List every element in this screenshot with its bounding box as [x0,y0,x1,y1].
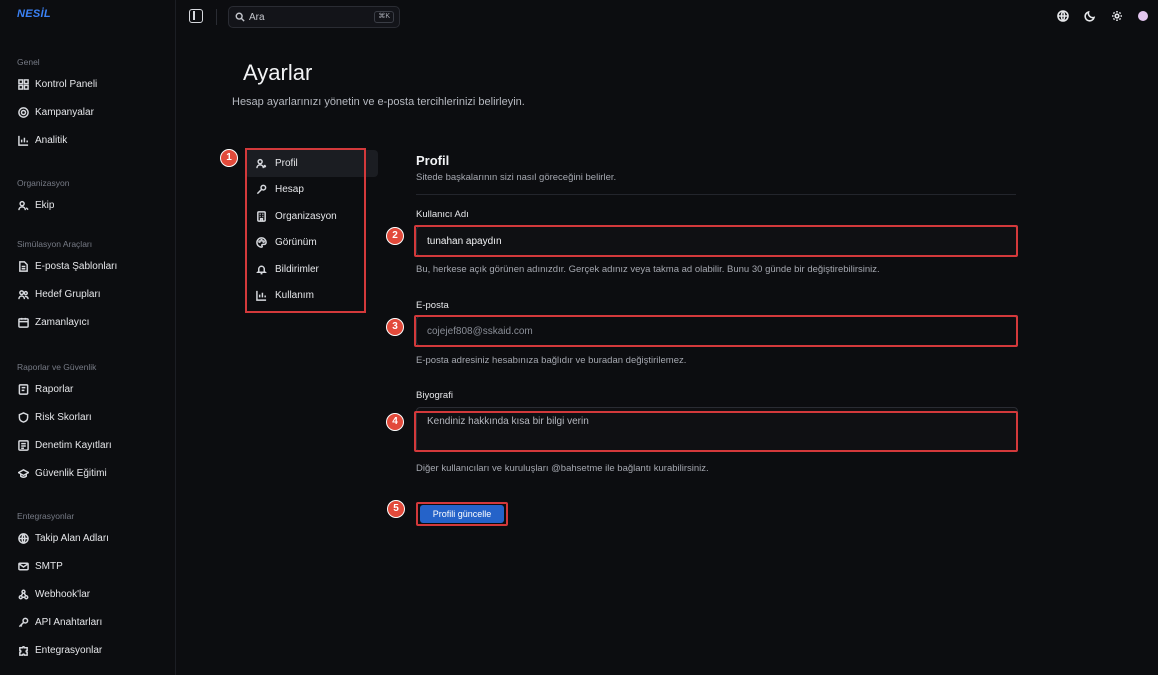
divider [216,9,217,25]
bio-hint: Diğer kullanıcıları ve kuruluşları @bahs… [416,463,709,474]
sidebar-item-webhooklar[interactable]: Webhook'lar [0,580,176,608]
sidebar-item-label: Hedef Grupları [35,288,101,300]
settings-gear-icon[interactable] [1111,10,1123,22]
group-title: Raporlar ve Güvenlik [17,362,97,372]
audit-icon [17,439,29,451]
email-field [416,316,1018,346]
sidebar-item-label: Webhook'lar [35,588,91,600]
username-label: Kullanıcı Adı [416,209,469,220]
sidebar-item-label: E-posta Şablonları [35,260,118,272]
section-title: Profil [416,153,450,168]
sidebar-item-label: API Anahtarları [35,616,103,628]
sidebar-item-label: Takip Alan Adları [35,532,109,544]
sidebar-item-label: Analitik [35,134,68,146]
search-placeholder: Ara [249,11,265,23]
nav-group-genel: Genel Kontrol Paneli Kampanyalar Analiti… [0,54,176,154]
puzzle-icon [17,644,29,656]
sidebar-item-label: Kampanyalar [35,106,94,118]
username-hint: Bu, herkese açık görünen adınızdır. Gerç… [416,264,880,275]
globe-icon [17,532,29,544]
mail-icon [17,560,29,572]
sidebar-item-label: SMTP [35,560,63,572]
bio-textarea[interactable] [416,407,1018,452]
annotation-badge-1: 1 [220,149,238,167]
annotation-badge-5: 5 [387,500,405,518]
search-icon [235,12,245,22]
group-title: Organizasyon [17,178,70,188]
sidebar-item-label: Zamanlayıcı [35,316,90,328]
page-title: Ayarlar [243,60,313,85]
sidebar-item-api-anahtarlari[interactable]: API Anahtarları [0,608,176,636]
sidebar: NESİL Genel Kontrol Paneli Kampanyalar A… [0,0,176,675]
report-icon [17,383,29,395]
bio-label: Biyografi [416,390,453,401]
email-label: E-posta [416,300,449,311]
nav-group-raporlar: Raporlar ve Güvenlik Raporlar Risk Skorl… [0,359,176,487]
sidebar-item-guvenlik-egitimi[interactable]: Güvenlik Eğitimi [0,459,176,487]
sidebar-item-kontrol-paneli[interactable]: Kontrol Paneli [0,70,176,98]
shield-icon [17,411,29,423]
search-input[interactable]: Ara ⌘K [228,6,400,28]
annotation-badge-2: 2 [386,227,404,245]
sidebar-item-label: Güvenlik Eğitimi [35,467,107,479]
sidebar-item-label: Kontrol Paneli [35,78,98,90]
users-icon [17,199,29,211]
sidebar-item-kampanyalar[interactable]: Kampanyalar [0,98,176,126]
graduation-icon [17,467,29,479]
sidebar-toggle-icon[interactable] [189,9,203,23]
bar-chart-icon [17,134,29,146]
sidebar-item-label: Entegrasyonlar [35,644,103,656]
app-logo[interactable]: NESİL [17,8,51,20]
target-icon [17,106,29,118]
key-icon [17,616,29,628]
annotation-badge-4: 4 [386,413,404,431]
annotation-badge-3: 3 [386,318,404,336]
sidebar-item-label: Risk Skorları [35,411,92,423]
sidebar-item-risk-skorlari[interactable]: Risk Skorları [0,403,176,431]
email-hint: E-posta adresiniz hesabınıza bağlıdır ve… [416,355,687,366]
file-icon [17,260,29,272]
nav-group-organizasyon: Organizasyon Ekip [0,175,176,219]
nav-group-entegrasyonlar: Entegrasyonlar Takip Alan Adları SMTP We… [0,508,176,664]
grid-icon [17,78,29,90]
sidebar-item-raporlar[interactable]: Raporlar [0,375,176,403]
sidebar-item-label: Ekip [35,199,55,211]
topbar: Ara ⌘K [176,0,1158,36]
language-globe-icon[interactable] [1057,10,1069,22]
group-title: Entegrasyonlar [17,511,75,521]
sidebar-item-smtp[interactable]: SMTP [0,552,176,580]
theme-toggle-moon-icon[interactable] [1084,10,1096,22]
sidebar-item-takip-alan-adlari[interactable]: Takip Alan Adları [0,524,176,552]
user-avatar[interactable] [1138,11,1148,21]
sidebar-item-zamanlayici[interactable]: Zamanlayıcı [0,308,176,336]
search-shortcut-badge: ⌘K [374,11,394,23]
update-profile-button[interactable]: Profili güncelle [420,505,504,523]
section-subtitle: Sitede başkalarının sizi nasıl göreceğin… [416,172,617,183]
sidebar-item-analitik[interactable]: Analitik [0,126,176,154]
group-title: Simülasyon Araçları [17,239,93,249]
sidebar-item-entegrasyonlar[interactable]: Entegrasyonlar [0,636,176,664]
group-icon [17,288,29,300]
username-field[interactable] [416,226,1018,256]
section-divider [416,194,1016,195]
sidebar-item-hedef-gruplari[interactable]: Hedef Grupları [0,280,176,308]
page-subtitle: Hesap ayarlarınızı yönetin ve e-posta te… [232,96,525,108]
sidebar-item-eposta-sablonlari[interactable]: E-posta Şablonları [0,252,176,280]
calendar-icon [17,316,29,328]
sidebar-item-label: Raporlar [35,383,74,395]
sidebar-item-denetim-kayitlari[interactable]: Denetim Kayıtları [0,431,176,459]
webhook-icon [17,588,29,600]
sidebar-item-label: Denetim Kayıtları [35,439,112,451]
sidebar-item-ekip[interactable]: Ekip [0,191,176,219]
topbar-actions [1057,10,1148,22]
group-title: Genel [17,57,40,67]
annotation-box-settings-nav [245,148,366,313]
nav-group-simulasyon: Simülasyon Araçları E-posta Şablonları H… [0,236,176,336]
